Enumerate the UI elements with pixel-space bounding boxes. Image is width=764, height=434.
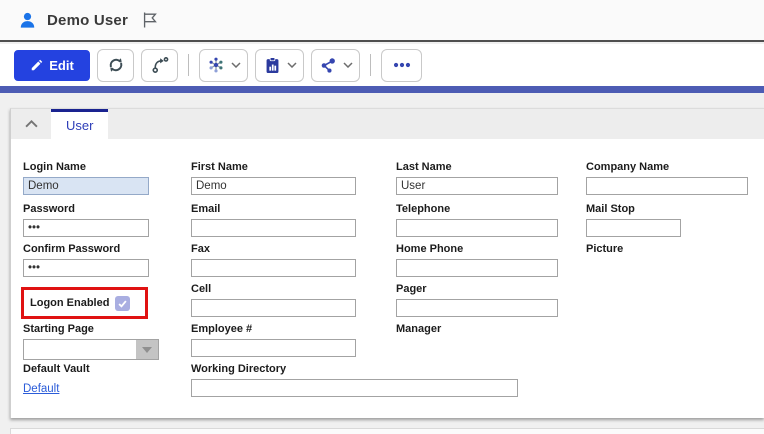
manager-field: Manager [396,323,441,339]
employee-number-label: Employee # [191,323,356,336]
telephone-field: Telephone [396,203,558,237]
login-name-input[interactable] [23,177,149,195]
report-menu-button[interactable] [255,49,304,82]
pencil-icon [30,58,44,72]
last-name-input[interactable] [396,177,558,195]
route-button[interactable] [141,49,178,82]
fax-label: Fax [191,243,356,256]
collapse-section-button[interactable] [11,109,51,139]
cell-label: Cell [191,283,356,296]
last-name-field: Last Name [396,161,558,195]
page-title: Demo User [47,12,128,29]
employee-number-field: Employee # [191,323,356,357]
edit-button-label: Edit [49,58,74,73]
refresh-icon [106,55,126,75]
pager-input[interactable] [396,299,558,317]
share-menu-button[interactable] [311,49,360,82]
cell-field: Cell [191,283,356,317]
fax-field: Fax [191,243,356,277]
checkmark-icon [117,298,128,309]
password-input[interactable] [23,219,149,237]
pager-field: Pager [396,283,558,317]
confirm-password-input[interactable] [23,259,149,277]
user-icon [18,11,37,30]
first-name-input[interactable] [191,177,356,195]
default-vault-field: Default Vault Default [23,363,90,397]
ellipsis-icon [391,54,413,76]
dropdown-button[interactable] [136,340,158,359]
starting-page-field: Starting Page [23,323,159,360]
clipboard-chart-icon [263,56,282,75]
toolbar: Edit [0,44,764,86]
tab-strip: User [11,109,764,139]
working-directory-field: Working Directory [191,363,518,397]
chevron-down-icon [343,62,353,68]
route-arrow-icon [150,55,170,75]
password-field: Password [23,203,149,237]
first-name-field: First Name [191,161,356,195]
starting-page-select[interactable] [23,339,159,360]
chevron-down-icon [287,62,297,68]
cell-input[interactable] [191,299,356,317]
edit-button[interactable]: Edit [14,50,90,81]
logon-enabled-highlight: Logon Enabled [21,287,148,319]
telephone-input[interactable] [396,219,558,237]
tab-user-label: User [66,118,93,133]
flag-icon[interactable] [140,10,160,30]
email-field: Email [191,203,356,237]
home-phone-field: Home Phone [396,243,558,277]
dropdown-arrow-icon [142,347,152,353]
hub-menu-button[interactable] [199,49,248,82]
default-vault-label: Default Vault [23,363,90,376]
last-name-label: Last Name [396,161,558,174]
mail-stop-label: Mail Stop [586,203,681,216]
mail-stop-field: Mail Stop [586,203,681,237]
toolbar-separator [188,54,189,76]
chevron-up-icon [25,120,38,128]
login-name-label: Login Name [23,161,149,174]
login-name-field: Login Name [23,161,149,195]
refresh-button[interactable] [97,49,134,82]
next-section-panel [10,428,764,434]
confirm-password-field: Confirm Password [23,243,149,277]
company-name-field: Company Name [586,161,748,195]
home-phone-label: Home Phone [396,243,558,256]
default-vault-link[interactable]: Default [23,383,59,395]
logon-enabled-checkbox[interactable] [115,296,130,311]
telephone-label: Telephone [396,203,558,216]
working-directory-input[interactable] [191,379,518,397]
user-detail-panel: User Login Name First Name Last Name Com… [10,108,764,418]
starting-page-label: Starting Page [23,323,159,336]
working-directory-label: Working Directory [191,363,518,376]
hub-icon [206,55,226,75]
chevron-down-icon [231,62,241,68]
accent-bar [0,86,764,93]
page-header: Demo User [0,0,764,42]
picture-field: Picture [586,243,623,259]
toolbar-separator [370,54,371,76]
home-phone-input[interactable] [396,259,558,277]
fax-input[interactable] [191,259,356,277]
manager-label: Manager [396,323,441,336]
employee-number-input[interactable] [191,339,356,357]
tab-user[interactable]: User [51,109,108,139]
email-input[interactable] [191,219,356,237]
mail-stop-input[interactable] [586,219,681,237]
company-name-label: Company Name [586,161,748,174]
picture-label: Picture [586,243,623,256]
more-actions-button[interactable] [381,49,422,82]
logon-enabled-label: Logon Enabled [30,297,109,309]
pager-label: Pager [396,283,558,296]
password-label: Password [23,203,149,216]
share-icon [319,56,338,75]
email-label: Email [191,203,356,216]
company-name-input[interactable] [586,177,748,195]
confirm-password-label: Confirm Password [23,243,149,256]
first-name-label: First Name [191,161,356,174]
